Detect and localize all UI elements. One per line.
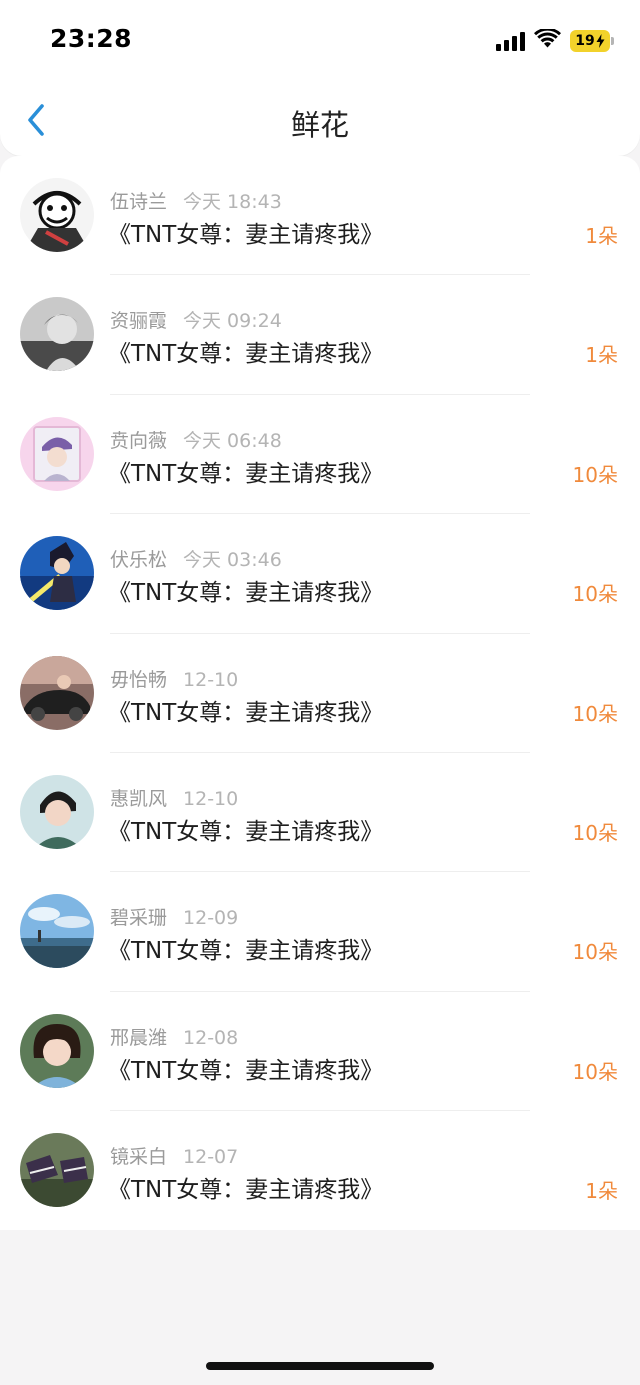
status-icons: 19: [496, 27, 614, 54]
book-title: 《TNT女尊：妻主请疼我》: [108, 1177, 384, 1204]
book-title: 《TNT女尊：妻主请疼我》: [108, 818, 384, 845]
sender-name: 贲向薇: [110, 429, 168, 452]
flower-list: 伍诗兰 今天 18:43 《TNT女尊：妻主请疼我》 1朵 资骊霞 今天 09:24…: [0, 156, 640, 1230]
flower-count: 10朵: [572, 940, 618, 965]
book-title: 《TNT女尊：妻主请疼我》: [108, 1057, 384, 1084]
status-bar: 23:28 19: [0, 0, 640, 80]
sender-name: 毋怡畅: [110, 668, 168, 691]
book-title: 《TNT女尊：妻主请疼我》: [108, 222, 384, 248]
flower-count: 1朵: [585, 343, 618, 368]
sender-name: 资骊霞: [110, 310, 168, 333]
sender-name: 伏乐松: [110, 549, 168, 572]
sent-time: 今天 06:48: [183, 429, 282, 452]
book-title: 《TNT女尊：妻主请疼我》: [108, 460, 384, 487]
book-title: 《TNT女尊：妻主请疼我》: [108, 580, 384, 607]
list-item[interactable]: 碧采珊 12-09 《TNT女尊：妻主请疼我》 10朵: [0, 872, 640, 992]
avatar[interactable]: [20, 655, 94, 730]
avatar[interactable]: [20, 894, 94, 969]
sender-name: 邢晨潍: [110, 1026, 168, 1049]
sender-name: 惠凯风: [110, 787, 168, 810]
avatar[interactable]: [20, 1013, 94, 1088]
avatar[interactable]: [20, 1133, 94, 1208]
avatar[interactable]: [20, 536, 94, 611]
list-item[interactable]: 惠凯风 12-10 《TNT女尊：妻主请疼我》 10朵: [0, 753, 640, 873]
sent-time: 今天 18:43: [183, 191, 282, 213]
avatar[interactable]: [20, 774, 94, 849]
status-time: 23:28: [50, 24, 133, 53]
flower-count: 10朵: [572, 582, 618, 607]
sent-time: 12-09: [183, 907, 239, 930]
list-item[interactable]: 贲向薇 今天 06:48 《TNT女尊：妻主请疼我》 10朵: [0, 395, 640, 515]
sent-time: 今天 03:46: [183, 549, 282, 572]
sent-time: 12-10: [183, 787, 239, 810]
sender-name: 碧采珊: [110, 907, 168, 930]
sender-name: 伍诗兰: [110, 191, 168, 213]
book-title: 《TNT女尊：妻主请疼我》: [108, 341, 384, 368]
avatar[interactable]: [20, 178, 94, 252]
page-title: 鲜花: [290, 108, 349, 142]
sent-time: 12-10: [183, 668, 239, 691]
flower-count: 1朵: [585, 1179, 618, 1204]
sent-time: 12-07: [183, 1146, 239, 1169]
list-item[interactable]: 伏乐松 今天 03:46 《TNT女尊：妻主请疼我》 10朵: [0, 514, 640, 634]
battery-level: 19: [575, 33, 595, 49]
flower-count: 10朵: [572, 462, 618, 487]
home-indicator[interactable]: [206, 1362, 434, 1370]
sent-time: 12-08: [183, 1026, 239, 1049]
avatar[interactable]: [20, 297, 94, 372]
flower-count: 1朵: [585, 224, 618, 248]
battery-icon: 19: [570, 30, 614, 52]
list-item[interactable]: 伍诗兰 今天 18:43 《TNT女尊：妻主请疼我》 1朵: [0, 156, 640, 276]
book-title: 《TNT女尊：妻主请疼我》: [108, 938, 384, 965]
list-item[interactable]: 资骊霞 今天 09:24 《TNT女尊：妻主请疼我》 1朵: [0, 275, 640, 395]
list-item[interactable]: 邢晨潍 12-08 《TNT女尊：妻主请疼我》 10朵: [0, 992, 640, 1112]
flower-count: 10朵: [572, 701, 618, 726]
flower-count: 10朵: [572, 820, 618, 845]
list-item[interactable]: 镜采白 12-07 《TNT女尊：妻主请疼我》 1朵: [0, 1111, 640, 1230]
avatar[interactable]: [20, 416, 94, 491]
flower-count: 10朵: [572, 1059, 618, 1084]
list-item[interactable]: 毋怡畅 12-10 《TNT女尊：妻主请疼我》 10朵: [0, 634, 640, 753]
sent-time: 今天 09:24: [183, 310, 282, 333]
sender-name: 镜采白: [110, 1146, 168, 1169]
wifi-icon: [534, 27, 561, 53]
nav-bar: 鲜花: [0, 80, 640, 156]
signal-icon: [496, 31, 525, 51]
book-title: 《TNT女尊：妻主请疼我》: [108, 699, 384, 726]
